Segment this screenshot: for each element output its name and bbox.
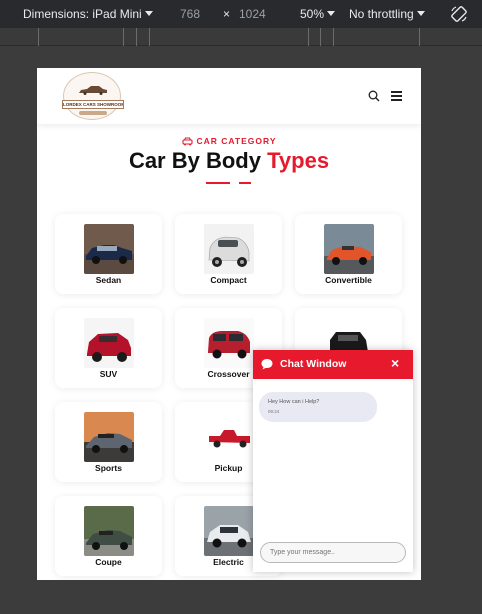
- chat-header: Chat Window ×: [253, 350, 413, 379]
- category-label: Compact: [210, 275, 247, 285]
- section-eyebrow: CAR CATEGORY: [37, 136, 421, 146]
- hamburger-menu-icon[interactable]: [391, 91, 402, 101]
- chat-message-input[interactable]: [260, 542, 406, 563]
- section-title-main: Car By Body: [128, 148, 261, 173]
- times-icon: ×: [223, 7, 231, 21]
- media-query-ruler: [0, 28, 482, 46]
- category-label: Coupe: [95, 557, 122, 567]
- chat-message-text: Hey How can i Help?: [268, 399, 320, 405]
- category-card-coupe[interactable]: Coupe: [55, 496, 162, 576]
- category-card-suv[interactable]: SUV: [55, 308, 162, 388]
- category-label: Sports: [95, 463, 122, 473]
- car-icon: [79, 86, 107, 95]
- category-card-compact[interactable]: Compact: [175, 214, 282, 294]
- device-dimensions-label: Dimensions: iPad Mini: [23, 7, 142, 21]
- logo-ribbon: [79, 111, 107, 115]
- chevron-down-icon: [144, 11, 153, 16]
- site-logo[interactable]: LORDEX CARS SHOWROOM: [62, 72, 124, 120]
- height-input[interactable]: 1024: [239, 7, 266, 21]
- convertible-image: [324, 224, 374, 274]
- chevron-down-icon: [327, 11, 336, 16]
- chat-message-time: 09:24: [268, 409, 280, 414]
- category-label: Convertible: [325, 275, 372, 285]
- suv-image: [84, 318, 134, 368]
- chevron-down-icon: [416, 11, 425, 16]
- ruler-tick: [123, 28, 124, 46]
- rotate-icon[interactable]: [450, 5, 468, 23]
- ruler-tick: [38, 28, 39, 46]
- zoom-dropdown[interactable]: 50%: [300, 7, 336, 21]
- device-dimensions-dropdown[interactable]: Dimensions: iPad Mini: [23, 7, 153, 21]
- category-card-sedan[interactable]: Sedan: [55, 214, 162, 294]
- section-title: Car By Body Types: [37, 148, 421, 174]
- title-underline: [239, 182, 251, 184]
- category-card-sports[interactable]: Sports: [55, 402, 162, 482]
- crossover-image: [204, 318, 254, 368]
- car-icon: [181, 137, 193, 146]
- logo-text: LORDEX CARS SHOWROOM: [62, 100, 124, 109]
- ruler-tick: [419, 28, 420, 46]
- width-input[interactable]: 768: [180, 7, 200, 21]
- sports-image: [84, 412, 134, 462]
- zoom-label: 50%: [300, 7, 325, 21]
- category-label: Sedan: [95, 275, 122, 285]
- ruler-tick: [308, 28, 309, 46]
- section-title-accent: Types: [267, 148, 330, 173]
- section-eyebrow-text: CAR CATEGORY: [196, 136, 277, 146]
- sedan-image: [84, 224, 134, 274]
- electric-image: [204, 506, 254, 556]
- throttle-dropdown[interactable]: No throttling: [349, 7, 425, 21]
- category-card-convertible[interactable]: Convertible: [295, 214, 402, 294]
- devtools-toolbar: Dimensions: iPad Mini 768 × 1024 50% No …: [0, 0, 482, 28]
- ruler-tick: [333, 28, 334, 46]
- chat-window: Chat Window × Hey How can i Help? 09:24: [253, 350, 413, 572]
- chat-message: Hey How can i Help? 09:24: [259, 392, 377, 422]
- compact-image: [204, 224, 254, 274]
- pickup-image: [204, 412, 254, 462]
- throttle-label: No throttling: [349, 7, 414, 21]
- chat-title: Chat Window: [280, 358, 347, 370]
- coupe-image: [84, 506, 134, 556]
- chat-bubble-icon: [261, 359, 273, 370]
- search-icon[interactable]: [368, 90, 380, 102]
- ruler-tick: [136, 28, 137, 46]
- close-icon[interactable]: ×: [391, 355, 399, 371]
- ruler-tick: [320, 28, 321, 46]
- ruler-tick: [149, 28, 150, 46]
- title-underline: [206, 182, 230, 184]
- category-label: SUV: [99, 369, 118, 379]
- site-header: LORDEX CARS SHOWROOM: [37, 68, 421, 124]
